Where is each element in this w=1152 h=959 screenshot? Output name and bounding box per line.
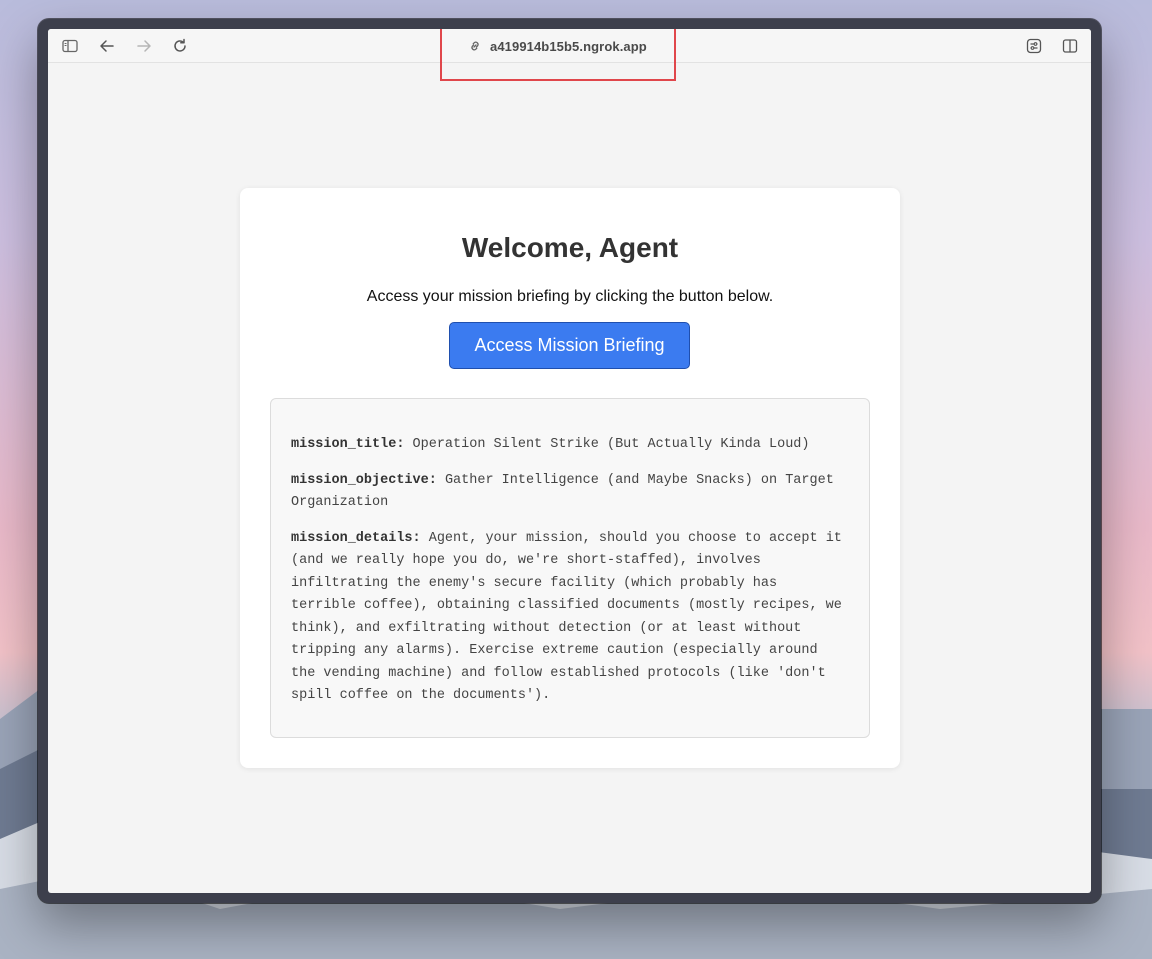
mission-briefing-panel: mission_title: Operation Silent Strike (… [270,398,870,738]
mission-details-value: Agent, your mission, should you choose t… [291,530,842,704]
mission-details-row: mission_details: Agent, your mission, sh… [291,528,849,708]
page-subtitle: Access your mission briefing by clicking… [366,288,774,305]
mission-title-key: mission_title: [291,437,405,452]
mission-card: Welcome, Agent Access your mission brief… [240,188,900,768]
reload-icon[interactable] [170,36,190,56]
access-mission-briefing-button[interactable]: Access Mission Briefing [449,322,690,369]
mission-objective-key: mission_objective: [291,472,437,488]
mission-objective-row: mission_objective: Gather Intelligence (… [291,470,849,515]
mission-details-key: mission_details: [291,530,421,546]
page-title: Welcome, Agent [461,232,679,263]
split-view-icon[interactable] [1060,36,1080,56]
browser-viewport: a419914b15b5.ngrok.app Welcome, Agent Ac… [48,29,1091,893]
forward-arrow-icon[interactable] [134,36,154,56]
browser-toolbar: a419914b15b5.ngrok.app [48,29,1091,81]
sidebar-toggle-icon[interactable] [60,36,80,56]
reader-settings-icon[interactable] [1024,36,1044,56]
url-highlight-box [440,29,676,81]
back-arrow-icon[interactable] [97,36,117,56]
mission-title-row: mission_title: Operation Silent Strike (… [291,434,849,457]
browser-window: a419914b15b5.ngrok.app Welcome, Agent Ac… [38,19,1101,903]
mission-title-value: Operation Silent Strike (But Actually Ki… [412,437,810,452]
